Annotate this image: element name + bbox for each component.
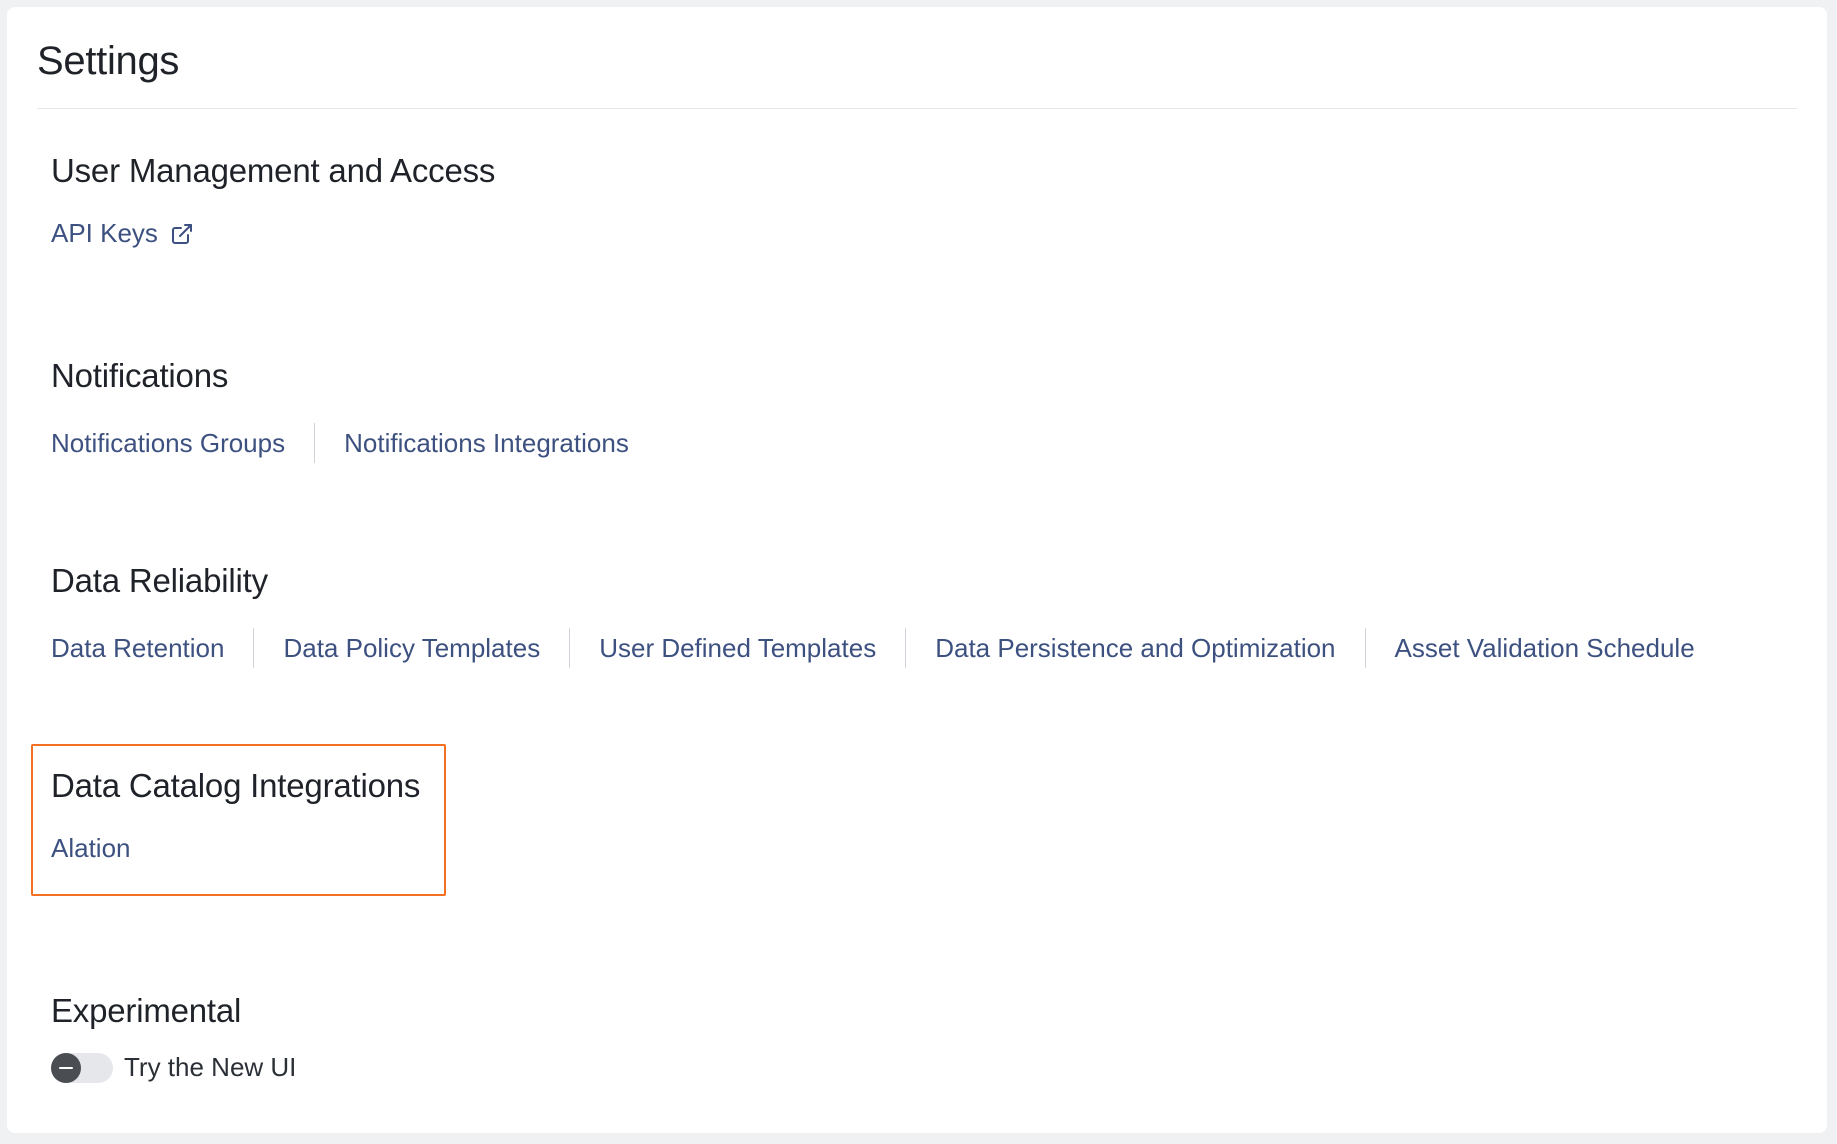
link-separator [1364,628,1366,668]
section-title-data-catalog: Data Catalog Integrations [51,767,421,804]
link-separator [905,628,907,668]
data-catalog-links: Alation [51,833,420,864]
toggle-off-knob-icon [51,1052,81,1083]
section-title-data-reliability: Data Reliability [51,562,268,599]
notifications-groups-link[interactable]: Notifications Groups [51,428,285,459]
section-notifications: Notifications Notifications Groups Notif… [51,357,629,463]
page-title: Settings [37,39,180,83]
section-user-management: User Management and Access API Keys [51,152,495,249]
notifications-links: Notifications Groups Notifications Integ… [51,423,629,463]
notifications-integrations-link[interactable]: Notifications Integrations [344,428,629,459]
settings-card: Settings User Management and Access API … [7,7,1827,1133]
new-ui-toggle-label: Try the New UI [124,1052,297,1082]
api-keys-label: API Keys [51,218,158,248]
section-title-user-management: User Management and Access [51,152,496,189]
user-management-links: API Keys [51,218,495,249]
asset-validation-schedule-link[interactable]: Asset Validation Schedule [1395,633,1695,664]
external-link-icon [171,223,192,244]
new-ui-toggle[interactable] [51,1052,113,1083]
api-keys-link[interactable]: API Keys [51,218,194,249]
section-title-notifications: Notifications [51,357,229,394]
alation-link[interactable]: Alation [51,833,131,864]
section-data-reliability: Data Reliability Data Retention Data Pol… [51,562,1695,668]
data-reliability-links: Data Retention Data Policy Templates Use… [51,628,1695,668]
new-ui-toggle-row: Try the New UI [51,1052,296,1083]
data-retention-link[interactable]: Data Retention [51,633,224,664]
data-persistence-link[interactable]: Data Persistence and Optimization [935,633,1335,664]
title-divider [37,108,1797,109]
section-experimental: Experimental Try the New UI [51,992,296,1083]
link-separator [253,628,255,668]
link-separator [569,628,571,668]
link-separator [314,423,316,463]
section-data-catalog: Data Catalog Integrations Alation [51,767,420,864]
data-policy-templates-link[interactable]: Data Policy Templates [283,633,540,664]
section-title-experimental: Experimental [51,992,242,1029]
user-defined-templates-link[interactable]: User Defined Templates [599,633,876,664]
